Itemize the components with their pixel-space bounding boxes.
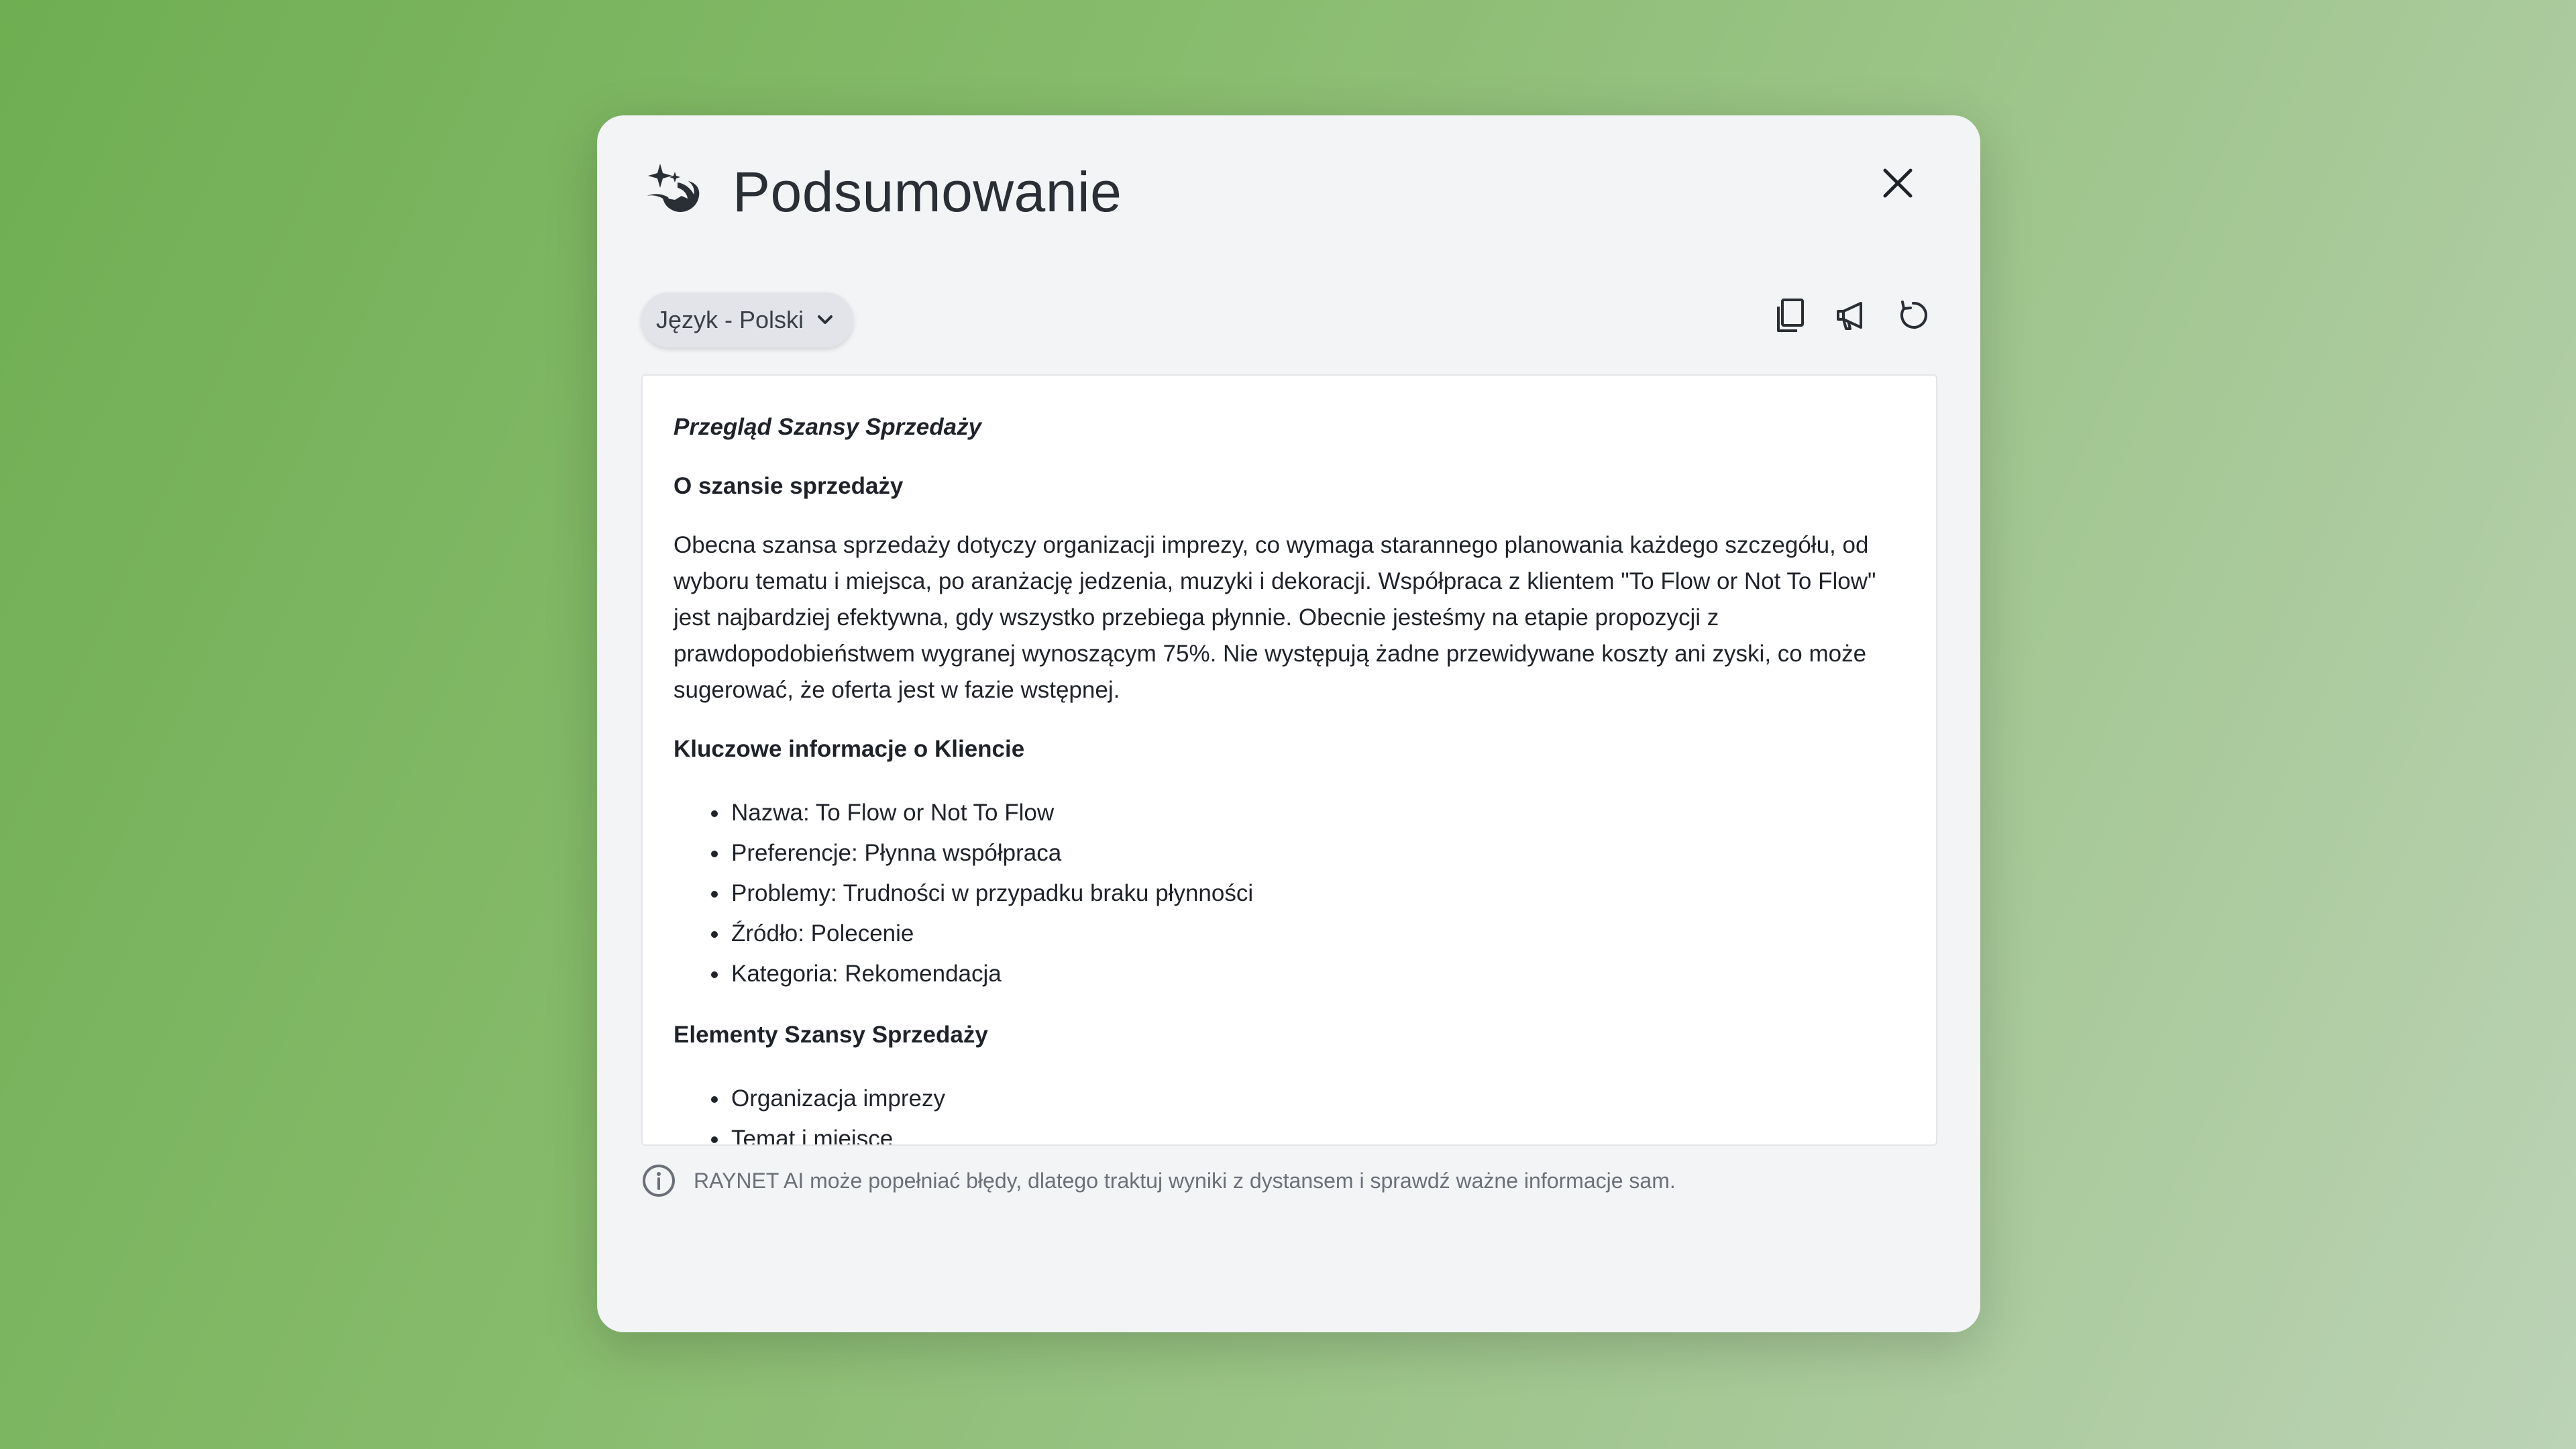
list-item: Temat i miejsce <box>711 1119 1904 1144</box>
close-button[interactable] <box>1861 148 1935 221</box>
section-heading-client: Kluczowe informacje o Kliencie <box>674 736 1025 762</box>
list-item: Problemy: Trudności w przypadku braku pł… <box>711 873 1904 914</box>
refresh-icon <box>1896 298 1931 336</box>
announce-button[interactable] <box>1826 291 1877 342</box>
summary-content[interactable]: Przegląd Szansy Sprzedaży O szansie sprz… <box>641 374 1937 1146</box>
regenerate-button[interactable] <box>1888 291 1939 342</box>
summary-title: Przegląd Szansy Sprzedaży <box>674 414 982 440</box>
language-label: Język - Polski <box>656 306 804 333</box>
dialog-title: Podsumowanie <box>733 160 1122 223</box>
summary-dialog: Podsumowanie Język - Polski Przegląd Sza… <box>597 115 1980 1332</box>
copy-icon <box>1773 297 1807 337</box>
disclaimer-text: RAYNET AI może popełniać błędy, dlatego … <box>694 1168 1676 1193</box>
client-info-list: Nazwa: To Flow or Not To Flow Preferencj… <box>674 793 1904 994</box>
ai-disclaimer: RAYNET AI może popełniać błędy, dlatego … <box>641 1163 1676 1198</box>
list-item: Kategoria: Rekomendacja <box>711 954 1904 994</box>
opportunity-description: Obecna szansa sprzedaży dotyczy organiza… <box>674 532 1876 703</box>
summary-toolbar <box>1764 291 1939 342</box>
megaphone-icon <box>1834 298 1869 336</box>
ai-sparkle-icon <box>641 158 708 225</box>
language-dropdown[interactable]: Język - Polski <box>641 292 854 347</box>
list-item: Źródło: Polecenie <box>711 914 1904 954</box>
list-item: Organizacja imprezy <box>711 1079 1904 1119</box>
dialog-header: Podsumowanie <box>641 158 1122 225</box>
section-heading-opportunity: O szansie sprzedaży <box>674 473 904 499</box>
section-heading-elements: Elementy Szansy Sprzedaży <box>674 1022 988 1048</box>
opportunity-elements-list: Organizacja imprezy Temat i miejsce <box>674 1079 1904 1144</box>
info-icon <box>641 1163 676 1198</box>
list-item: Nazwa: To Flow or Not To Flow <box>711 793 1904 833</box>
copy-button[interactable] <box>1764 291 1815 342</box>
close-icon <box>1880 165 1916 205</box>
chevron-down-icon <box>816 311 835 329</box>
list-item: Preferencje: Płynna współpraca <box>711 833 1904 873</box>
